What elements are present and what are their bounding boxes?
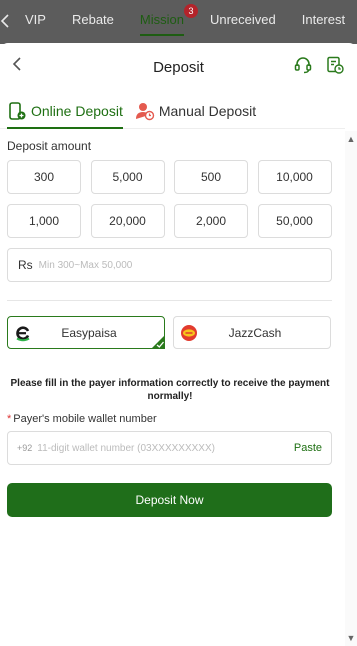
amount-presets: 300 5,000 500 10,000 1,000 20,000 2,000 … [7,160,357,238]
deposit-method-tabs: Online Deposit Manual Deposit [0,93,345,129]
jazzcash-logo-icon [178,322,200,344]
paste-button[interactable]: Paste [294,442,322,454]
amount-option[interactable]: 10,000 [257,160,332,194]
currency-label: Rs [18,258,33,272]
manual-deposit-icon [135,102,155,120]
back-button[interactable] [6,55,28,77]
channel-name: Easypaisa [61,325,117,340]
amount-input[interactable]: Rs Min 300~Max 50,000 [7,248,332,282]
payer-notice: Please fill in the payer information cor… [10,378,330,402]
wallet-placeholder: 11-digit wallet number (03XXXXXXXXX) [37,442,215,454]
deposit-sheet: Deposit ▲ ▼ Online Deposit Manual Deposi… [0,43,357,646]
tab-vip[interactable]: VIP [25,0,46,44]
headset-icon[interactable] [293,55,313,75]
amount-option[interactable]: 1,000 [7,204,81,238]
country-code: +92 [17,443,33,453]
amount-option[interactable]: 5,000 [90,160,165,194]
selected-check-icon [151,335,165,349]
mission-badge: 3 [183,4,198,18]
wallet-number-field[interactable]: +92 11-digit wallet number (03XXXXXXXXX)… [7,431,332,465]
amount-placeholder: Min 300~Max 50,000 [38,259,133,271]
tab-online-deposit[interactable]: Online Deposit [7,93,123,129]
online-deposit-icon [9,101,26,120]
required-mark: * [7,413,12,425]
deposit-now-button[interactable]: Deposit Now [7,483,332,517]
payment-channels: Easypaisa JazzCash [7,316,357,349]
scroll-up-icon[interactable]: ▲ [345,133,357,145]
tab-mission[interactable]: Mission 3 [139,0,198,44]
amount-option[interactable]: 2,000 [174,204,248,238]
tab-rebate[interactable]: Rebate [72,0,114,44]
amount-option[interactable]: 300 [7,160,81,194]
deposit-amount-label: Deposit amount [7,139,92,153]
history-icon[interactable] [325,55,345,75]
amount-option[interactable]: 500 [174,160,248,194]
tab-interest[interactable]: Interest [302,0,345,44]
easypaisa-logo-icon [12,322,34,344]
tab-manual-deposit[interactable]: Manual Deposit [135,93,256,129]
page-title: Deposit [153,58,204,76]
sheet-header: Deposit [0,43,357,91]
channel-name: JazzCash [228,325,282,340]
channel-easypaisa[interactable]: Easypaisa [7,316,165,349]
amount-option[interactable]: 20,000 [90,204,165,238]
top-nav: VIP Rebate Mission 3 Unreceived Interest [0,0,357,44]
amount-option[interactable]: 50,000 [257,204,332,238]
channel-jazzcash[interactable]: JazzCash [173,316,331,349]
chevron-left-icon[interactable] [0,11,12,34]
scrollbar[interactable]: ▲ ▼ [345,131,357,646]
scroll-down-icon[interactable]: ▼ [345,632,357,644]
wallet-number-label: * Payer's mobile wallet number [7,413,157,425]
tab-unreceived[interactable]: Unreceived [210,0,276,44]
divider [7,300,332,301]
